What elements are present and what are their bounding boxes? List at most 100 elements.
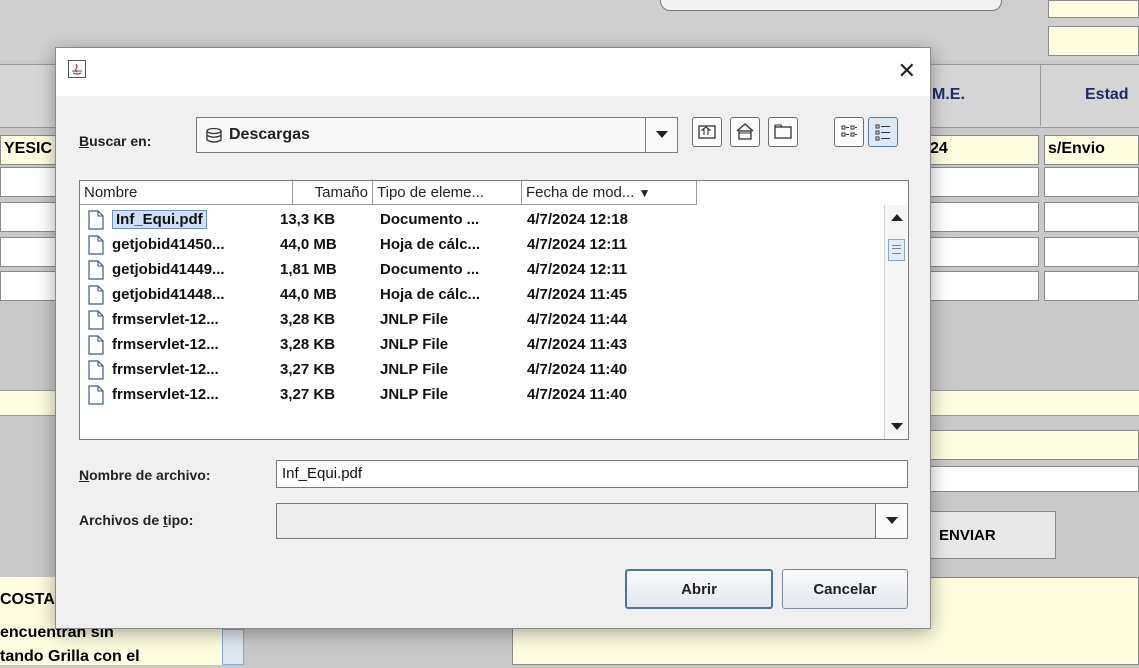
file-type: JNLP File — [380, 311, 449, 328]
file-name: frmservlet-12... — [112, 311, 219, 328]
file-icon — [88, 285, 104, 305]
file-row[interactable]: Inf_Equi.pdf 13,3 KB Documento ... 4/7/2024… — [80, 209, 880, 233]
file-icon — [88, 235, 104, 255]
file-type: JNLP File — [380, 361, 449, 378]
background-field — [926, 466, 1139, 492]
file-name: frmservlet-12... — [112, 386, 219, 403]
cancel-button[interactable]: Cancelar — [782, 569, 908, 609]
file-name: Inf_Equi.pdf — [112, 210, 207, 229]
column-header-fecha[interactable]: Fecha de mod... ▼ — [522, 181, 697, 205]
chevron-down-icon[interactable] — [875, 504, 907, 538]
file-size: 3,27 KB — [280, 361, 336, 378]
column-estado: Estad — [1085, 86, 1129, 103]
file-date: 4/7/2024 12:11 — [527, 261, 628, 278]
file-name: getjobid41449... — [112, 261, 225, 278]
file-row[interactable]: getjobid41450... 44,0 MB Hoja de cálc... 4/… — [80, 234, 880, 258]
file-row[interactable]: frmservlet-12... 3,27 KB JNLP File 4/7/2024… — [80, 384, 880, 408]
up-folder-icon — [698, 125, 716, 139]
column-header-tipo[interactable]: Tipo de eleme... — [373, 181, 522, 205]
file-row[interactable]: getjobid41449... 1,81 MB Documento ... 4/7/… — [80, 259, 880, 283]
java-icon — [68, 60, 86, 78]
file-date: 4/7/2024 11:43 — [527, 336, 628, 353]
file-date: 4/7/2024 11:40 — [527, 386, 628, 403]
file-date: 4/7/2024 12:18 — [527, 211, 628, 228]
new-folder-button[interactable] — [768, 117, 798, 147]
enviar-button[interactable]: ENVIAR — [926, 511, 1056, 559]
background-cell — [926, 237, 1039, 267]
scroll-thumb[interactable] — [888, 239, 905, 261]
filetype-combo[interactable] — [276, 503, 908, 539]
file-type: Hoja de cálc... — [380, 236, 481, 253]
column-me: M.E. — [932, 86, 965, 103]
background-field — [926, 430, 1139, 460]
background-cell — [0, 237, 60, 267]
file-name: getjobid41450... — [112, 236, 225, 253]
list-view-button[interactable] — [834, 117, 864, 147]
scroll-up-icon[interactable] — [885, 205, 908, 227]
file-size: 3,28 KB — [280, 336, 336, 353]
column-header-nombre[interactable]: Nombre — [80, 181, 293, 205]
file-row[interactable]: frmservlet-12... 3,28 KB JNLP File 4/7/2024… — [80, 309, 880, 333]
buscar-label: Buscar en: — [79, 133, 152, 149]
file-icon — [88, 260, 104, 280]
file-type: JNLP File — [380, 336, 449, 353]
background-field-1 — [1048, 0, 1139, 18]
filename-input[interactable]: Inf_Equi.pdf — [276, 460, 908, 488]
open-button[interactable]: Abrir — [625, 569, 773, 609]
file-date: 4/7/2024 11:40 — [527, 361, 628, 378]
file-date: 4/7/2024 11:45 — [527, 286, 628, 303]
close-icon[interactable]: ✕ — [898, 58, 916, 84]
list-view-icon — [841, 125, 857, 137]
file-type: JNLP File — [380, 386, 449, 403]
file-name: getjobid41448... — [112, 286, 225, 303]
background-cell-name: YESIC — [0, 135, 60, 165]
file-size: 44,0 MB — [280, 286, 337, 303]
file-size: 13,3 KB — [280, 211, 336, 228]
file-row[interactable]: getjobid41448... 44,0 MB Hoja de cálc... 4/… — [80, 284, 880, 308]
vertical-scrollbar[interactable] — [884, 205, 908, 439]
filetype-label: Archivos de tipo: — [79, 512, 194, 528]
details-view-button[interactable] — [868, 117, 898, 147]
scroll-down-icon[interactable] — [885, 415, 908, 437]
look-in-value: Descargas — [229, 126, 310, 143]
background-cell — [926, 202, 1039, 232]
file-type: Hoja de cálc... — [380, 286, 481, 303]
background-top-field — [660, 0, 1002, 11]
file-row[interactable]: frmservlet-12... 3,28 KB JNLP File 4/7/2024… — [80, 334, 880, 358]
background-cell — [1044, 202, 1139, 232]
background-cell — [1044, 271, 1139, 301]
file-name: frmservlet-12... — [112, 361, 219, 378]
background-cell — [926, 271, 1039, 301]
file-list[interactable]: Nombre Tamaño Tipo de eleme... Fecha de … — [79, 180, 909, 440]
file-size: 1,81 MB — [280, 261, 337, 278]
home-button[interactable] — [730, 117, 760, 147]
file-icon — [88, 210, 104, 230]
file-name: frmservlet-12... — [112, 336, 219, 353]
file-size: 3,28 KB — [280, 311, 336, 328]
file-icon — [88, 385, 104, 405]
background-field-2 — [1048, 26, 1139, 56]
column-header-tamano[interactable]: Tamaño — [293, 181, 373, 205]
file-row[interactable]: frmservlet-12... 3,27 KB JNLP File 4/7/2024… — [80, 359, 880, 383]
file-icon — [88, 360, 104, 380]
background-cell — [1044, 167, 1139, 197]
look-in-combo[interactable]: Descargas — [196, 117, 678, 153]
background-cell — [0, 202, 60, 232]
dialog-titlebar: ✕ — [56, 48, 930, 96]
background-cell — [0, 271, 60, 301]
file-type: Documento ... — [380, 211, 480, 228]
background-text-line: COSTA — [0, 591, 55, 608]
up-folder-button[interactable] — [692, 117, 722, 147]
file-size: 44,0 MB — [280, 236, 337, 253]
chevron-down-icon[interactable] — [645, 118, 677, 152]
home-icon — [736, 123, 754, 140]
details-view-icon — [875, 124, 890, 141]
file-chooser-dialog: ✕ Buscar en: Descargas Nombre Tamaño Tip… — [55, 47, 931, 629]
file-date: 4/7/2024 12:11 — [527, 236, 628, 253]
file-date: 4/7/2024 11:44 — [527, 311, 628, 328]
background-cell-me: 24 — [926, 135, 1039, 165]
background-scrollbar[interactable] — [222, 629, 244, 665]
file-icon — [88, 335, 104, 355]
background-cell — [1044, 237, 1139, 267]
background-cell — [926, 167, 1039, 197]
